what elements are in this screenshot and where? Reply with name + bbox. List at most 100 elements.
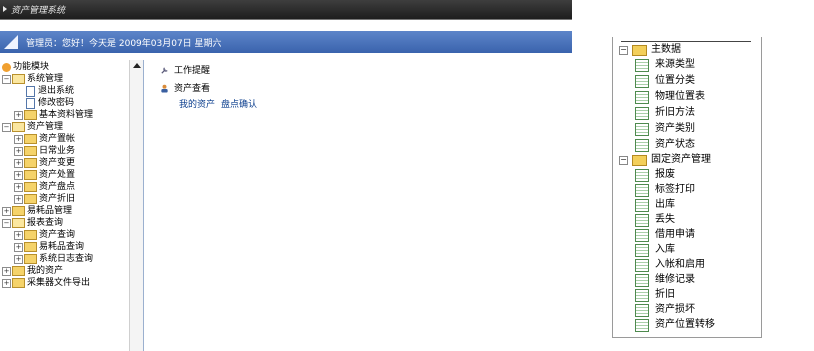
item-label: 资产位置转移 <box>655 319 715 330</box>
master-data-tree-panel: − 主数据 来源类型 位置分类 物理位置表 折旧方法 资产类别 资产状态 − 固… <box>612 37 762 338</box>
sidebar-item-system-management[interactable]: − 系统管理 <box>2 73 63 85</box>
expand-toggle-icon[interactable]: + <box>14 110 23 120</box>
sidebar-item-asset-change[interactable]: + 资产变更 <box>14 157 75 169</box>
group-label: 固定资产管理 <box>651 154 711 165</box>
collapse-toggle-icon[interactable]: − <box>2 74 11 84</box>
inventory-confirm-link[interactable]: 盘点确认 <box>221 100 257 110</box>
document-icon <box>26 97 35 109</box>
folder-icon <box>24 134 37 144</box>
sidebar-item-my-assets[interactable]: + 我的资产 <box>2 265 63 277</box>
expand-toggle-icon[interactable]: + <box>14 146 23 156</box>
folder-icon <box>24 170 37 180</box>
expand-toggle-icon[interactable]: + <box>2 206 11 216</box>
expand-toggle-icon[interactable]: + <box>14 254 23 264</box>
work-reminder-row[interactable]: 工作提醒 <box>160 63 210 76</box>
window-title: 资产管理系统 <box>11 6 66 16</box>
expand-toggle-icon[interactable]: + <box>14 242 23 252</box>
sidebar-item-system-log-query[interactable]: + 系统日志查询 <box>14 253 93 265</box>
expand-toggle-icon[interactable]: + <box>14 182 23 192</box>
sidebar-item-reports[interactable]: − 报表查询 <box>2 217 63 229</box>
sidebar-scrollbar[interactable] <box>129 60 144 351</box>
asset-management-window: 资产管理系统 管理员：您好！今天是 2009年03月07日 星期六 功能模块 −… <box>0 0 572 351</box>
scroll-up-icon[interactable] <box>133 63 141 68</box>
table-icon <box>635 244 649 257</box>
sidebar-item-collector-export[interactable]: + 采集器文件导出 <box>2 277 90 289</box>
collapse-toggle-icon[interactable]: − <box>619 46 628 55</box>
item-label: 位置分类 <box>655 75 695 86</box>
expand-toggle-icon[interactable]: + <box>14 134 23 144</box>
table-icon <box>635 123 649 136</box>
collapse-toggle-icon[interactable]: − <box>2 122 11 132</box>
collapse-toggle-icon[interactable]: − <box>2 218 11 228</box>
folder-icon <box>632 45 647 56</box>
folder-icon <box>12 278 25 288</box>
folder-icon <box>24 110 37 120</box>
table-icon <box>635 75 649 88</box>
item-label: 折旧 <box>655 289 675 300</box>
collapse-toggle-icon[interactable]: − <box>619 156 628 165</box>
sidebar-item-asset-disposal[interactable]: + 资产处置 <box>14 169 75 181</box>
item-label: 折旧方法 <box>655 107 695 118</box>
tree-group-fixed-assets[interactable]: − 固定资产管理 <box>619 152 759 168</box>
main-content: 工作提醒 资产查看 我的资产 盘点确认 <box>150 60 570 350</box>
window-title-bar: 资产管理系统 <box>0 0 572 20</box>
sidebar-item-asset-depreciation[interactable]: + 资产折旧 <box>14 193 75 205</box>
folder-icon <box>24 230 37 240</box>
asset-view-row[interactable]: 资产查看 <box>160 81 210 94</box>
sidebar-item-asset-query[interactable]: + 资产查询 <box>14 229 75 241</box>
expand-toggle-icon[interactable]: + <box>14 194 23 204</box>
document-icon <box>26 85 35 97</box>
item-label: 资产类别 <box>655 123 695 134</box>
wrench-icon <box>161 67 168 74</box>
sidebar-item-asset-inventory[interactable]: + 资产盘点 <box>14 181 75 193</box>
item-label: 入帐和启用 <box>655 259 705 270</box>
folder-open-icon <box>12 122 25 132</box>
logo-icon <box>4 35 18 49</box>
table-icon <box>635 289 649 302</box>
sidebar-item-logout[interactable]: 退出系统 <box>26 85 74 97</box>
item-label: 标签打印 <box>655 184 695 195</box>
item-label: 资产损坏 <box>655 304 695 315</box>
sidebar-item-daily-business[interactable]: + 日常业务 <box>14 145 75 157</box>
sidebar-item-function-module[interactable]: 功能模块 <box>2 61 49 73</box>
table-icon <box>635 184 649 197</box>
sidebar-item-consumables-query[interactable]: + 易耗品查询 <box>14 241 84 253</box>
group-label: 主数据 <box>651 44 681 55</box>
folder-icon <box>24 146 37 156</box>
folder-open-icon <box>12 74 25 84</box>
item-label: 借用申请 <box>655 229 695 240</box>
sidebar-item-asset-management[interactable]: − 资产管理 <box>2 121 63 133</box>
sidebar-divider <box>143 60 144 351</box>
item-label: 维修记录 <box>655 274 695 285</box>
sidebar-item-asset-account[interactable]: + 资产置帐 <box>14 133 75 145</box>
item-label: 物理位置表 <box>655 91 705 102</box>
sidebar-item-change-password[interactable]: 修改密码 <box>26 97 74 109</box>
table-icon <box>635 214 649 227</box>
table-icon <box>635 107 649 120</box>
expand-toggle-icon[interactable]: + <box>14 230 23 240</box>
greeting-text: 管理员：您好！今天是 2009年03月07日 星期六 <box>26 39 222 49</box>
table-icon <box>635 91 649 104</box>
expand-toggle-icon[interactable]: + <box>14 158 23 168</box>
user-icon <box>161 84 168 93</box>
table-icon <box>635 229 649 242</box>
table-icon <box>635 274 649 287</box>
sidebar-item-consumables[interactable]: + 易耗品管理 <box>2 205 72 217</box>
folder-icon <box>24 254 37 264</box>
folder-icon <box>12 266 25 276</box>
my-assets-link[interactable]: 我的资产 <box>179 100 215 110</box>
table-icon <box>635 319 649 332</box>
sidebar-item-basic-data[interactable]: + 基本资料管理 <box>14 109 93 121</box>
table-icon <box>635 59 649 72</box>
folder-icon <box>24 158 37 168</box>
item-label: 丢失 <box>655 214 675 225</box>
table-icon <box>635 139 649 152</box>
folder-icon <box>632 155 647 166</box>
expand-toggle-icon[interactable]: + <box>2 278 11 288</box>
expand-toggle-icon[interactable]: + <box>14 170 23 180</box>
tree-group-master-data[interactable]: − 主数据 <box>619 42 759 58</box>
item-label: 出库 <box>655 199 675 210</box>
item-label: 资产状态 <box>655 139 695 150</box>
asset-view-label: 资产查看 <box>174 84 211 94</box>
expand-toggle-icon[interactable]: + <box>2 266 11 276</box>
